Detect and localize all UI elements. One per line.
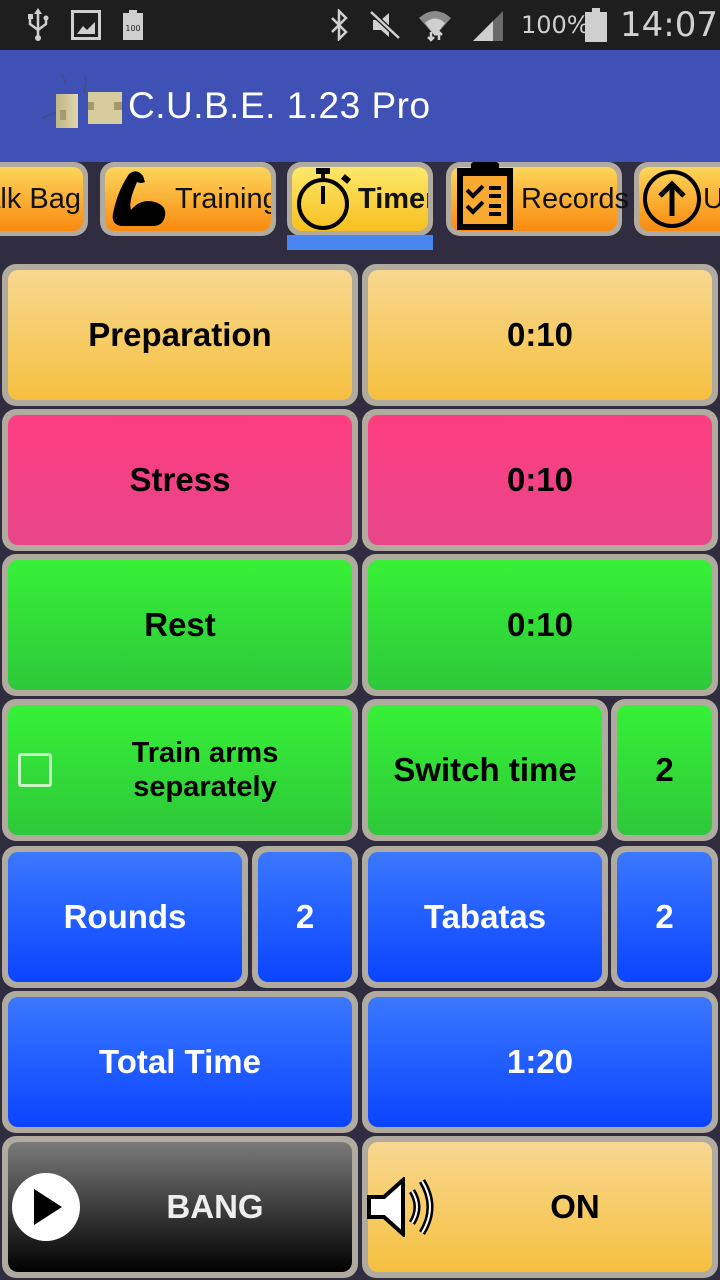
stress-label-button[interactable]: Stress xyxy=(2,409,358,551)
arrow-up-circle-icon xyxy=(641,168,703,230)
tab-bar: alk Bag Training Timer Records xyxy=(0,162,720,254)
train-arms-label-line2: separately xyxy=(133,771,277,803)
rounds-label-button[interactable]: Rounds xyxy=(2,846,248,988)
rounds-value: 2 xyxy=(295,897,315,935)
rest-time-button[interactable]: 0:10 xyxy=(362,554,718,696)
clock: 14:07 xyxy=(620,5,718,45)
tabatas-label: Tabatas xyxy=(423,897,547,935)
battery-100-icon: 100 xyxy=(122,0,144,50)
tabatas-value-button[interactable]: 2 xyxy=(611,846,718,988)
rounds-value-button[interactable]: 2 xyxy=(252,846,358,988)
tab-update[interactable]: U xyxy=(634,162,720,236)
total-time-value: 1:20 xyxy=(362,991,718,1133)
stress-value: 0:10 xyxy=(506,460,574,498)
cube-blocks-logo xyxy=(40,73,124,136)
tab-records[interactable]: Records xyxy=(446,162,629,236)
active-tab-indicator xyxy=(287,235,433,250)
rounds-label: Rounds xyxy=(63,897,187,935)
tab-label: alk Bag xyxy=(0,182,81,215)
flexed-bicep-icon xyxy=(107,168,171,230)
train-arms-checkbox[interactable] xyxy=(18,753,52,787)
bluetooth-icon xyxy=(326,0,352,50)
mute-icon xyxy=(368,0,402,50)
clipboard-checklist-icon xyxy=(453,162,515,232)
app-title: C.U.B.E. 1.23 Pro xyxy=(128,85,431,126)
rest-label-button[interactable]: Rest xyxy=(2,554,358,696)
app-bar: C.U.B.E. 1.23 Pro xyxy=(0,50,720,162)
switch-time-label: Switch time xyxy=(393,750,577,788)
tab-label: Records xyxy=(521,182,629,215)
sound-select-button[interactable]: BANG xyxy=(2,1136,358,1278)
tab-training[interactable]: Training xyxy=(100,162,276,236)
svg-text:100: 100 xyxy=(125,24,140,33)
tab-timer[interactable]: Timer xyxy=(287,162,433,236)
switch-time-value: 2 xyxy=(655,750,674,788)
battery-percent: 100% xyxy=(521,11,590,39)
stopwatch-icon xyxy=(292,167,358,231)
preparation-time-button[interactable]: 0:10 xyxy=(362,264,718,406)
total-time-label-text: Total Time xyxy=(99,1042,261,1080)
switch-time-value-button[interactable]: 2 xyxy=(611,699,718,841)
battery-icon xyxy=(584,0,608,50)
stress-label: Stress xyxy=(129,460,231,498)
rest-label: Rest xyxy=(144,605,216,643)
image-notification-icon xyxy=(70,0,102,50)
tab-label: Timer xyxy=(358,182,428,215)
preparation-value: 0:10 xyxy=(506,315,574,353)
play-icon xyxy=(34,1189,62,1225)
switch-time-label-button[interactable]: Switch time xyxy=(362,699,608,841)
usb-icon xyxy=(24,0,52,50)
total-time-label: Total Time xyxy=(2,991,358,1133)
sound-name: BANG xyxy=(166,1187,264,1225)
stress-time-button[interactable]: 0:10 xyxy=(362,409,718,551)
wifi-icon xyxy=(416,0,454,50)
preparation-label: Preparation xyxy=(88,315,272,353)
tabatas-value: 2 xyxy=(655,897,674,935)
tab-chalk-bag[interactable]: alk Bag xyxy=(0,162,88,236)
tab-label: U xyxy=(703,182,720,215)
preparation-label-button[interactable]: Preparation xyxy=(2,264,358,406)
speaker-icon xyxy=(366,1175,438,1239)
train-arms-label-line1: Train arms xyxy=(131,736,279,769)
tab-label: Training xyxy=(175,182,271,215)
sound-state: ON xyxy=(550,1187,600,1225)
signal-icon xyxy=(470,0,506,50)
status-bar: 100 100% 14:07 xyxy=(0,0,720,50)
rest-value: 0:10 xyxy=(506,605,574,643)
total-time-value-text: 1:20 xyxy=(506,1042,574,1080)
train-arms-separately-toggle[interactable]: Train arms separately xyxy=(2,699,358,841)
play-sound-button[interactable] xyxy=(12,1173,80,1241)
tabatas-label-button[interactable]: Tabatas xyxy=(362,846,608,988)
sound-toggle-button[interactable]: ON xyxy=(362,1136,718,1278)
